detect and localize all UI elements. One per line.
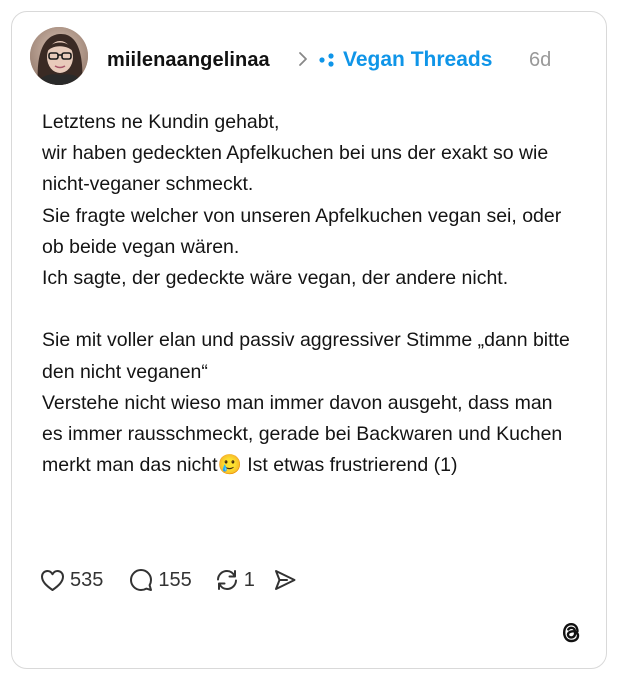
community-dots-icon — [319, 53, 334, 67]
author-username[interactable]: miilenaangelinaa — [107, 49, 270, 72]
chevron-right-icon — [299, 52, 307, 66]
post-header: miilenaangelinaa Vegan Threads 6d — [30, 27, 560, 87]
reply-button[interactable]: 155 — [129, 568, 192, 592]
repost-count: 1 — [243, 568, 255, 591]
send-icon — [274, 570, 296, 590]
community-name: Vegan Threads — [343, 48, 493, 71]
action-bar: 535 155 1 — [40, 566, 297, 594]
post-timestamp: 6d — [529, 49, 552, 71]
community-link[interactable]: Vegan Threads — [319, 47, 492, 73]
repost-button[interactable]: 1 — [215, 568, 255, 592]
reply-count: 155 — [158, 568, 192, 591]
like-button[interactable]: 535 — [40, 569, 103, 592]
threads-logo-icon[interactable] — [558, 619, 584, 646]
post-text: Letztens ne Kundin gehabt, wir haben ged… — [42, 111, 570, 477]
share-button[interactable] — [273, 569, 297, 591]
repost-icon — [216, 569, 237, 591]
like-count: 535 — [70, 568, 104, 591]
avatar[interactable] — [30, 27, 88, 85]
heart-icon — [41, 569, 64, 591]
comment-bubble-icon — [130, 569, 153, 591]
